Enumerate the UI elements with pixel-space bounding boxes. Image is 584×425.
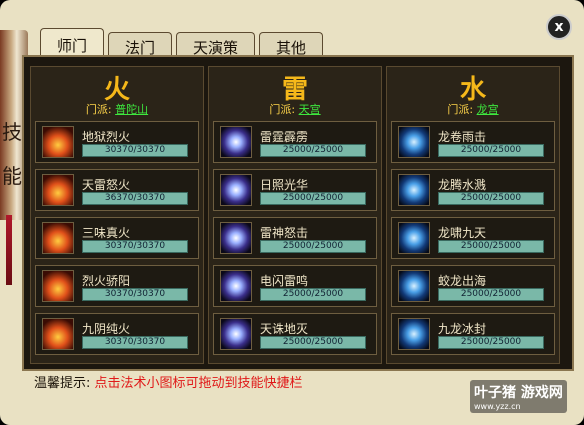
scroll-label: 技能 <box>2 120 22 188</box>
close-icon: x <box>554 19 564 35</box>
skill-name: 雷霆霹雳 <box>260 129 309 144</box>
skill-item: 日照光华 25000/25000 <box>213 169 377 211</box>
skill-proficiency-bar: 25000/25000 <box>438 335 544 349</box>
skill-name: 天诛地灭 <box>260 321 309 336</box>
skill-proficiency-bar: 25000/25000 <box>438 287 544 301</box>
sect-label: 门派: <box>269 103 296 116</box>
skill-item: 龙啸九天 25000/25000 <box>391 217 555 259</box>
skill-item: 九龙冰封 25000/25000 <box>391 313 555 355</box>
skill-name: 日照光华 <box>260 177 309 192</box>
skill-item: 蛟龙出海 25000/25000 <box>391 265 555 307</box>
skill-name: 雷神怒击 <box>260 225 309 240</box>
skill-proficiency-bar: 25000/25000 <box>260 143 366 157</box>
sect-link[interactable]: 天宫 <box>299 103 321 116</box>
skill-name: 电闪雷鸣 <box>260 273 309 288</box>
hint-text: 温馨提示: 点击法术小图标可拖动到技能快捷栏 <box>34 372 303 391</box>
skill-name: 九阴纯火 <box>82 321 131 336</box>
skill-name: 龙卷雨击 <box>438 129 487 144</box>
skill-name: 龙腾水溅 <box>438 177 487 192</box>
sect-info: 门派: 普陀山 <box>31 101 203 119</box>
fire-icon[interactable] <box>42 174 74 206</box>
thunder-icon[interactable] <box>220 126 252 158</box>
fire-icon[interactable] <box>42 318 74 350</box>
thunder-icon[interactable] <box>220 270 252 302</box>
column-thunder: 雷 门派: 天宫 雷霆霹雳 25000/25000 日照光华 25000/250… <box>208 66 382 364</box>
sect-info: 门派: 龙宫 <box>387 101 559 119</box>
skill-proficiency-bar: 30370/30370 <box>82 287 188 301</box>
sect-link[interactable]: 龙宫 <box>477 103 499 116</box>
thunder-icon[interactable] <box>220 174 252 206</box>
fire-icon[interactable] <box>42 270 74 302</box>
sect-link[interactable]: 普陀山 <box>115 103 148 116</box>
skill-name: 烈火骄阳 <box>82 273 131 288</box>
hint-message: 点击法术小图标可拖动到技能快捷栏 <box>94 376 303 391</box>
skill-name: 地狱烈火 <box>82 129 131 144</box>
skill-proficiency-bar: 25000/25000 <box>438 239 544 253</box>
water-icon[interactable] <box>398 126 430 158</box>
skill-name: 龙啸九天 <box>438 225 487 240</box>
skill-item: 地狱烈火 30370/30370 <box>35 121 199 163</box>
sect-info: 门派: 天宫 <box>209 101 381 119</box>
skill-proficiency-bar: 30370/30370 <box>82 143 188 157</box>
water-icon[interactable] <box>398 222 430 254</box>
skill-item: 天诛地灭 25000/25000 <box>213 313 377 355</box>
column-title: 火 <box>103 75 130 105</box>
skill-item: 龙卷雨击 25000/25000 <box>391 121 555 163</box>
watermark-logo: 叶子猪 游戏网 www.yzz.cn <box>470 380 567 413</box>
tassel-decoration <box>6 215 12 285</box>
column-water: 水 门派: 龙宫 龙卷雨击 25000/25000 龙腾水溅 25000/250… <box>386 66 560 364</box>
skill-proficiency-bar: 25000/25000 <box>260 335 366 349</box>
sect-label: 门派: <box>85 103 112 116</box>
skill-item: 烈火骄阳 30370/30370 <box>35 265 199 307</box>
water-icon[interactable] <box>398 318 430 350</box>
water-icon[interactable] <box>398 174 430 206</box>
thunder-icon[interactable] <box>220 318 252 350</box>
column-title: 雷 <box>281 75 308 105</box>
skill-proficiency-bar: 25000/25000 <box>260 239 366 253</box>
skill-proficiency-bar: 25000/25000 <box>260 287 366 301</box>
skill-name: 蛟龙出海 <box>438 273 487 288</box>
fire-icon[interactable] <box>42 222 74 254</box>
close-button[interactable]: x <box>546 14 572 40</box>
skill-item: 天雷怒火 36370/30370 <box>35 169 199 211</box>
column-title: 水 <box>459 75 486 105</box>
thunder-icon[interactable] <box>220 222 252 254</box>
skill-proficiency-bar: 25000/25000 <box>438 191 544 205</box>
skill-proficiency-bar: 25000/25000 <box>260 191 366 205</box>
skill-item: 雷霆霹雳 25000/25000 <box>213 121 377 163</box>
skill-proficiency-bar: 30370/30370 <box>82 239 188 253</box>
watermark-url: www.yzz.cn <box>474 402 521 411</box>
watermark-badge: 游戏网 <box>520 385 563 401</box>
sect-label: 门派: <box>447 103 474 116</box>
skill-item: 三味真火 30370/30370 <box>35 217 199 259</box>
skill-name: 天雷怒火 <box>82 177 131 192</box>
watermark-name: 叶子猪 <box>474 385 516 401</box>
skill-item: 雷神怒击 25000/25000 <box>213 217 377 259</box>
skill-proficiency-bar: 36370/30370 <box>82 191 188 205</box>
skill-item: 九阴纯火 30370/30370 <box>35 313 199 355</box>
skill-item: 电闪雷鸣 25000/25000 <box>213 265 377 307</box>
skills-window: 技能 师门 法门 天演策 其他 x 火 门派: 普陀山 地狱烈火 30370/3… <box>0 0 584 425</box>
skill-proficiency-bar: 30370/30370 <box>82 335 188 349</box>
skill-name: 九龙冰封 <box>438 321 487 336</box>
skill-item: 龙腾水溅 25000/25000 <box>391 169 555 211</box>
skill-proficiency-bar: 25000/25000 <box>438 143 544 157</box>
column-fire: 火 门派: 普陀山 地狱烈火 30370/30370 天雷怒火 36370/30… <box>30 66 204 364</box>
hint-label: 温馨提示: <box>34 376 91 391</box>
skill-name: 三味真火 <box>82 225 131 240</box>
fire-icon[interactable] <box>42 126 74 158</box>
water-icon[interactable] <box>398 270 430 302</box>
